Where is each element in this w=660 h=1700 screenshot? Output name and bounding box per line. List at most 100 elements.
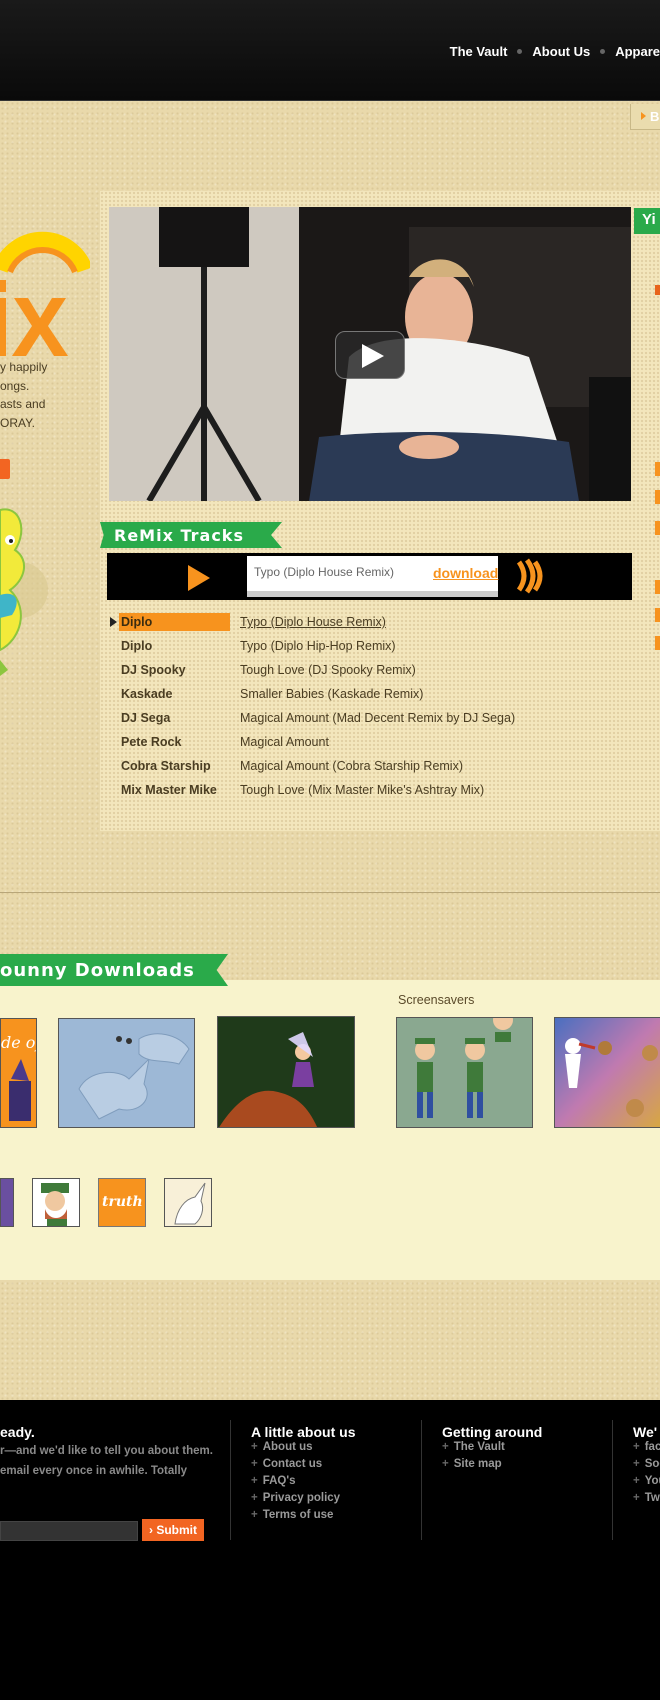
footer-separator [612,1420,613,1540]
tagline-line: asts and [0,397,46,411]
track-row[interactable]: Mix Master Mike Tough Love (Mix Master M… [110,781,630,805]
footer-separator [230,1420,231,1540]
track-artist[interactable]: Pete Rock [119,733,239,751]
track-artist[interactable]: DJ Sega [119,709,239,727]
footer-link-label: FAQ's [262,1475,296,1487]
track-row[interactable]: DJ Spooky Tough Love (DJ Spooky Remix) [110,661,630,685]
track-artist[interactable]: Mix Master Mike [119,781,239,799]
leprechaun-illustration [415,1018,513,1118]
side-mark [655,490,660,504]
nav-the-vault[interactable]: The Vault [450,44,508,59]
footer-link-vault[interactable]: + The Vault [442,1441,505,1453]
email-input[interactable] [0,1521,138,1541]
track-title[interactable]: Magical Amount [240,733,329,751]
side-mark [655,636,660,650]
nav-separator [600,48,606,54]
footer-link-label: Terms of use [262,1509,334,1521]
track-row[interactable]: Diplo Typo (Diplo House Remix) [110,613,630,637]
nav-apparel[interactable]: Appare [615,44,660,59]
footer-link-facebook[interactable]: + fac [633,1441,660,1453]
footer-link-label: About us [262,1441,313,1453]
track-title[interactable]: Tough Love (Mix Master Mike's Ashtray Mi… [240,781,484,799]
side-ribbon: Yi [634,208,660,234]
icon-download[interactable] [0,1178,14,1227]
track-row[interactable]: DJ Sega Magical Amount (Mad Decent Remix… [110,709,630,733]
sub-nav-tab[interactable]: B [630,104,660,130]
footer-link-sitemap[interactable]: + Site map [442,1458,502,1470]
track-title[interactable]: Typo (Diplo Hip-Hop Remix) [240,637,396,655]
footer-link-label: Site map [453,1458,502,1470]
fairy-illustration [218,1017,354,1127]
track-title[interactable]: Typo (Diplo House Remix) [240,613,386,631]
social-heading: We' [633,1424,658,1440]
site-tagline: y happily ongs. asts and ORAY. [0,358,60,432]
mascot-illustration [0,508,48,676]
icon-download-text: truth [102,1194,143,1210]
footer-link-social[interactable]: +Soc [633,1458,660,1470]
screensaver-thumbnail[interactable] [396,1017,533,1128]
track-artist[interactable]: Kaskade [119,685,239,703]
site-header: The Vault About Us Appare [0,0,660,101]
download-link[interactable]: download [433,565,498,581]
audio-play-button[interactable] [188,565,210,591]
wallpaper-thumbnail[interactable] [217,1016,355,1128]
track-title[interactable]: Tough Love (DJ Spooky Remix) [240,661,416,679]
about-heading: A little about us [251,1424,356,1440]
nav-about-us[interactable]: About Us [532,44,590,59]
playing-indicator-icon [110,617,117,627]
leprechaun-icon [41,1183,69,1226]
unicorn-pattern [78,1033,190,1120]
footer-link-about[interactable]: + About us [251,1441,313,1453]
icon-download[interactable] [164,1178,212,1227]
track-artist[interactable]: Cobra Starship [119,757,239,775]
track-row[interactable]: Kaskade Smaller Babies (Kaskade Remix) [110,685,630,709]
tagline-line: ongs. [0,378,30,393]
footer-separator [421,1420,422,1540]
icon-download[interactable] [32,1178,80,1227]
track-title[interactable]: Magical Amount (Cobra Starship Remix) [240,757,463,775]
track-title[interactable]: Magical Amount (Mad Decent Remix by DJ S… [240,709,515,727]
side-mark [655,521,660,535]
wallpaper-thumbnail[interactable]: de of [0,1018,37,1128]
screensavers-label: Screensavers [398,993,475,1007]
track-title[interactable]: Smaller Babies (Kaskade Remix) [240,685,423,703]
track-row[interactable]: Pete Rock Magical Amount [110,733,630,757]
track-artist[interactable]: DJ Spooky [119,661,239,679]
track-row[interactable]: Cobra Starship Magical Amount (Cobra Sta… [110,757,630,781]
footer-link-label: Privacy policy [262,1492,341,1504]
wizard-illustration [9,1059,31,1121]
newsletter-text-line: r—and we'd like to tell you about them. [0,1445,213,1457]
main-nav: The Vault About Us Appare [450,42,660,60]
footer-link-terms[interactable]: + Terms of use [251,1509,333,1521]
social-button[interactable] [0,459,10,479]
track-artist[interactable]: Diplo [119,613,230,631]
video-play-button[interactable] [335,331,405,379]
section-divider [0,892,660,893]
footer-link-privacy[interactable]: + Privacy policy [251,1492,340,1504]
footer-link-label: You [644,1475,660,1487]
track-artist[interactable]: Diplo [119,637,239,655]
side-mark [655,462,660,476]
footer-link-label: Tw [644,1492,660,1504]
progress-track[interactable] [247,591,498,597]
site-logo[interactable] [0,210,90,360]
icon-download[interactable]: truth [98,1178,146,1227]
newsletter-heading: eady. [0,1424,35,1440]
stork-illustration [555,1018,660,1127]
track-row[interactable]: Diplo Typo (Diplo Hip-Hop Remix) [110,637,630,661]
downloads-heading: ounny Downloads [0,954,228,986]
tagline-line: y happily [0,360,48,374]
tagline-line: ORAY. [0,415,35,430]
sub-nav-tab-label: B [650,109,660,124]
wallpaper-thumbnail[interactable] [58,1018,195,1128]
volume-icon[interactable] [515,558,545,594]
footer-link-label: Soc [644,1458,660,1470]
submit-button[interactable]: › Submit [142,1519,204,1541]
footer-link-label: fac [644,1441,660,1453]
screensaver-thumbnail[interactable] [554,1017,660,1128]
footer-link-faq[interactable]: + FAQ's [251,1475,296,1487]
footer-link-twitter[interactable]: + Tw [633,1492,660,1504]
footer-link-youtube[interactable]: +You [633,1475,660,1487]
footer-link-contact[interactable]: + Contact us [251,1458,322,1470]
footer-link-label: The Vault [453,1441,505,1453]
